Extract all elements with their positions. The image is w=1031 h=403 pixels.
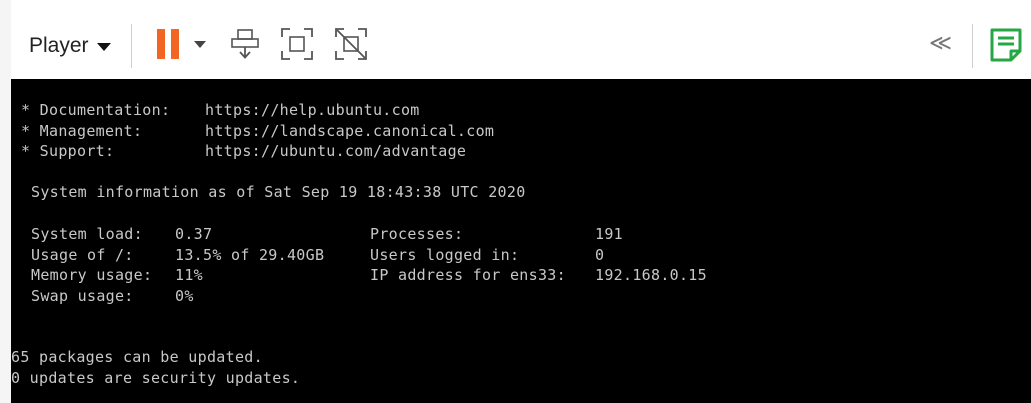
- stat-value: 0%: [175, 286, 194, 305]
- stat-value: 13.5% of 29.40GB: [175, 245, 325, 264]
- fullscreen-icon: [281, 28, 313, 60]
- player-toolbar: Player ≪: [11, 0, 1031, 79]
- stat-label: System load:: [31, 225, 143, 243]
- pause-icon: [157, 29, 179, 59]
- management-link-label: * Management:: [21, 121, 143, 140]
- stat-value: 11%: [175, 266, 203, 284]
- updates-line: 65 packages can be updated.: [11, 348, 263, 366]
- stat-label: Usage of /:: [31, 245, 134, 264]
- chevron-down-icon: [194, 40, 206, 48]
- support-link-url: https://ubuntu.com/advantage: [205, 142, 467, 160]
- management-link-url: https://landscape.canonical.com: [205, 121, 495, 140]
- collapse-toolbar-button[interactable]: ≪: [929, 32, 952, 56]
- stat-value: 191: [595, 225, 623, 243]
- stat-value: 0.37: [175, 225, 213, 243]
- stat-label: Swap usage:: [31, 286, 134, 305]
- notes-icon: [990, 28, 1022, 62]
- stat-label: IP address for ens33:: [370, 266, 566, 284]
- player-menu-label: Player: [29, 34, 89, 57]
- stat-label: Processes:: [370, 225, 464, 243]
- chevron-down-icon: [96, 43, 111, 51]
- vm-console-terminal[interactable]: * Documentation: https://help.ubuntu.com…: [11, 79, 1031, 403]
- notes-button[interactable]: [989, 27, 1023, 63]
- stat-label: Users logged in:: [370, 245, 520, 264]
- stat-value: 192.168.0.15: [595, 266, 707, 284]
- unity-mode-button[interactable]: [333, 26, 369, 62]
- doc-link-url: https://help.ubuntu.com: [205, 101, 420, 119]
- vmware-player-window: Player ≪ * Documentation: https://help.u…: [0, 0, 1031, 403]
- fullscreen-button[interactable]: [279, 26, 315, 62]
- send-ctrl-alt-del-button[interactable]: [228, 26, 262, 62]
- stat-value: 0: [595, 245, 605, 264]
- pause-button[interactable]: [154, 26, 182, 62]
- toolbar-divider: [972, 24, 973, 68]
- player-menu-button[interactable]: Player: [29, 31, 111, 61]
- toolbar-divider: [131, 24, 132, 68]
- sysinfo-heading: System information as of Sat Sep 19 18:4…: [31, 183, 526, 201]
- doc-link-label: * Documentation:: [21, 101, 171, 119]
- updates-line: 0 updates are security updates.: [11, 368, 301, 387]
- pause-options-button[interactable]: [192, 26, 208, 62]
- support-link-label: * Support:: [21, 142, 115, 160]
- unity-icon: [335, 28, 367, 60]
- double-chevron-left-icon: ≪: [929, 31, 953, 56]
- send-ctrl-alt-del-icon: [231, 29, 259, 59]
- stat-label: Memory usage:: [31, 266, 153, 284]
